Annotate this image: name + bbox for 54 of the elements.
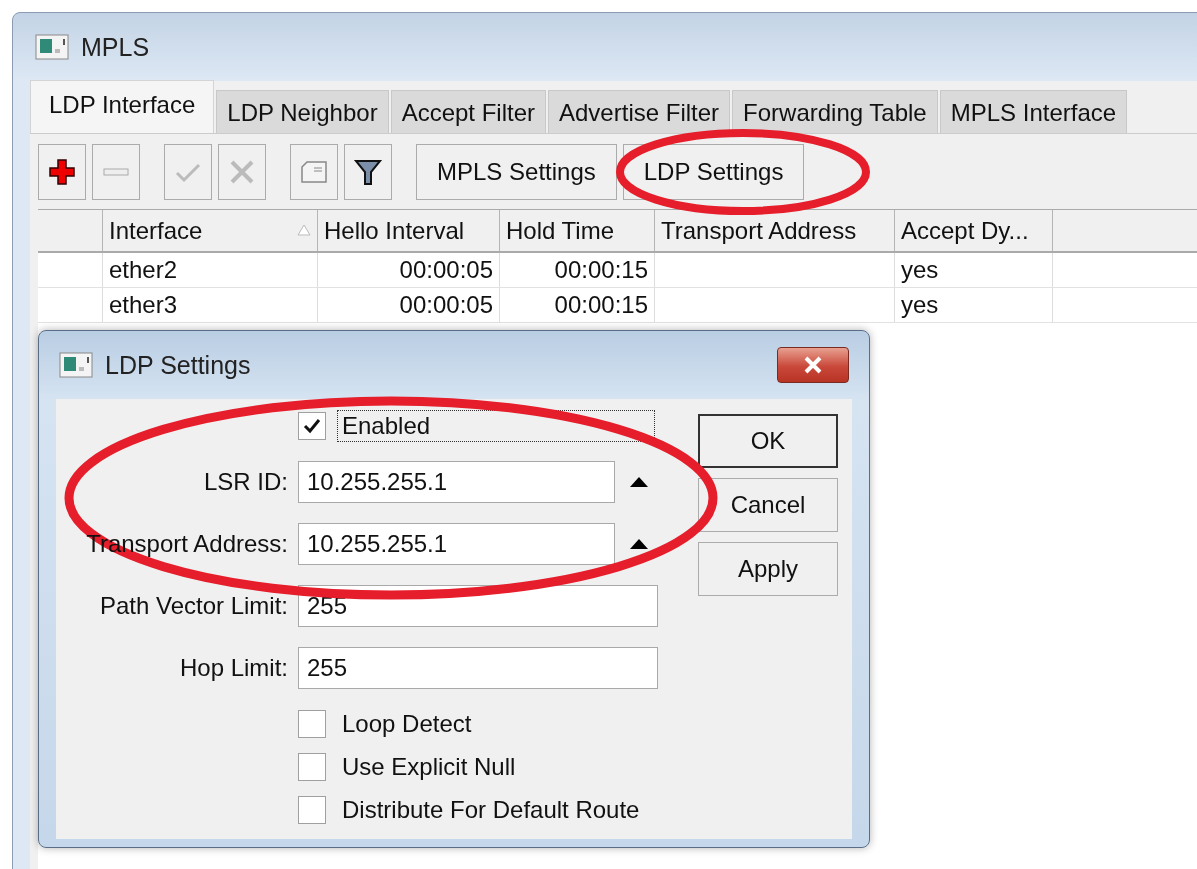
checkbox[interactable] bbox=[298, 412, 326, 440]
checkbox-label: Use Explicit Null bbox=[341, 752, 517, 782]
column-header[interactable]: Hello Interval bbox=[318, 210, 500, 251]
table-cell: 00:00:15 bbox=[554, 256, 648, 284]
input-field[interactable]: 10.255.255.1 bbox=[298, 523, 615, 565]
close-button[interactable] bbox=[777, 347, 849, 383]
column-header[interactable]: Accept Dy... bbox=[895, 210, 1053, 251]
table-cell: ether3 bbox=[109, 291, 178, 319]
table-cell: 00:00:15 bbox=[554, 291, 648, 319]
input-field[interactable]: 10.255.255.1 bbox=[298, 461, 615, 503]
column-header[interactable]: Hold Time bbox=[500, 210, 655, 251]
dialog-button[interactable]: OK bbox=[698, 414, 838, 468]
add-button[interactable] bbox=[38, 144, 86, 200]
column-header[interactable]: Interface bbox=[103, 210, 318, 251]
minus-icon bbox=[103, 168, 129, 176]
field-label: LSR ID: bbox=[203, 468, 288, 496]
window-app-icon bbox=[59, 352, 93, 378]
table-cell: 00:00:05 bbox=[399, 256, 493, 284]
remove-button[interactable] bbox=[92, 144, 140, 200]
column-header[interactable]: Transport Address bbox=[655, 210, 895, 251]
table-cell: yes bbox=[901, 256, 939, 284]
dialog-button[interactable]: Cancel bbox=[698, 478, 838, 532]
expand-arrow-icon[interactable] bbox=[629, 476, 649, 488]
enable-button[interactable] bbox=[164, 144, 212, 200]
dialog-title: LDP Settings bbox=[105, 350, 251, 380]
field-label: Path Vector Limit: bbox=[99, 592, 288, 620]
checkbox[interactable] bbox=[298, 710, 326, 738]
window-title: MPLS bbox=[81, 32, 150, 62]
checkbox[interactable] bbox=[298, 796, 326, 824]
checkbox-label: Enabled bbox=[338, 411, 654, 441]
checkbox-label: Distribute For Default Route bbox=[341, 795, 641, 825]
tab[interactable]: MPLS Interface bbox=[939, 90, 1128, 133]
table-cell: 00:00:05 bbox=[399, 291, 493, 319]
tab[interactable]: LDP Neighbor bbox=[216, 90, 389, 133]
tab[interactable]: Accept Filter bbox=[390, 90, 546, 133]
field-label: Hop Limit: bbox=[179, 654, 288, 682]
tab[interactable]: Advertise Filter bbox=[548, 90, 731, 133]
window-app-icon bbox=[35, 34, 69, 60]
table-cell: ether2 bbox=[109, 256, 178, 284]
expand-arrow-icon[interactable] bbox=[629, 538, 649, 550]
input-field[interactable]: 255 bbox=[298, 647, 658, 689]
disable-button[interactable] bbox=[218, 144, 266, 200]
filter-button[interactable] bbox=[344, 144, 392, 200]
checkbox-label: Loop Detect bbox=[341, 709, 473, 739]
filter-icon bbox=[353, 157, 383, 187]
comment-button[interactable] bbox=[290, 144, 338, 200]
settings-button[interactable]: LDP Settings bbox=[622, 144, 805, 200]
dialog-button[interactable]: Apply bbox=[698, 542, 838, 596]
settings-button[interactable]: MPLS Settings bbox=[416, 144, 617, 200]
tab[interactable]: LDP Interface bbox=[30, 80, 215, 133]
checkbox[interactable] bbox=[298, 753, 326, 781]
table-cell: yes bbox=[901, 291, 939, 319]
plus-icon bbox=[47, 157, 77, 187]
tab[interactable]: Forwarding Table bbox=[732, 90, 938, 133]
